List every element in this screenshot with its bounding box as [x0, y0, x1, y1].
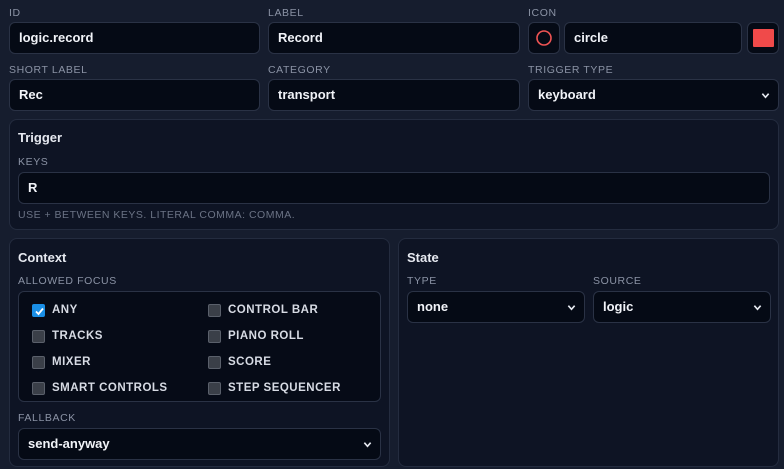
- command-editor: ID logic.record LABEL Record ICON circle…: [0, 0, 784, 469]
- focus-smart-controls-checkbox[interactable]: [32, 382, 45, 395]
- trigger-type-value: keyboard: [538, 87, 596, 102]
- state-source-value: logic: [603, 299, 634, 314]
- focus-step-sequencer-checkbox[interactable]: [208, 382, 221, 395]
- fallback-label: FALLBACK: [18, 412, 76, 424]
- trigger-panel: Trigger KEYS R USE + BETWEEN KEYS. LITER…: [9, 119, 779, 230]
- focus-any-checkbox[interactable]: [32, 304, 45, 317]
- color-swatch: [753, 29, 774, 47]
- focus-tracks-checkbox[interactable]: [32, 330, 45, 343]
- context-title: Context: [18, 250, 67, 265]
- focus-any-label: ANY: [52, 304, 78, 316]
- focus-score-checkbox[interactable]: [208, 356, 221, 369]
- circle-icon: [536, 30, 552, 46]
- trigger-type-select[interactable]: keyboard: [528, 79, 779, 111]
- keys-input[interactable]: R: [18, 172, 770, 204]
- state-title: State: [407, 250, 439, 265]
- state-source-label: SOURCE: [593, 275, 642, 287]
- category-label: CATEGORY: [268, 64, 331, 76]
- state-type-select[interactable]: none: [407, 291, 585, 323]
- context-panel: Context ALLOWED FOCUS ANY TRACKS MIXER S…: [9, 238, 390, 467]
- icon-name-input[interactable]: circle: [564, 22, 742, 54]
- focus-score-label: SCORE: [228, 356, 272, 368]
- chevron-down-icon: [753, 305, 762, 311]
- id-label: ID: [9, 7, 21, 19]
- keys-label: KEYS: [18, 156, 49, 168]
- state-panel: State TYPE none SOURCE logic: [398, 238, 779, 467]
- state-type-label: TYPE: [407, 275, 437, 287]
- id-input[interactable]: logic.record: [9, 22, 260, 54]
- focus-piano-roll-label: PIANO ROLL: [228, 330, 304, 342]
- chevron-down-icon: [761, 93, 770, 99]
- fallback-value: send-anyway: [28, 436, 110, 451]
- chevron-down-icon: [363, 442, 372, 448]
- trigger-type-label: TRIGGER TYPE: [528, 64, 614, 76]
- label-input[interactable]: Record: [268, 22, 520, 54]
- allowed-focus-list: ANY TRACKS MIXER SMART CONTROLS CONTROL …: [18, 291, 381, 402]
- state-type-value: none: [417, 299, 449, 314]
- focus-smart-controls-label: SMART CONTROLS: [52, 382, 168, 394]
- allowed-focus-label: ALLOWED FOCUS: [18, 275, 117, 287]
- focus-tracks-label: TRACKS: [52, 330, 103, 342]
- icon-label: ICON: [528, 7, 557, 19]
- focus-mixer-label: MIXER: [52, 356, 91, 368]
- fallback-select[interactable]: send-anyway: [18, 428, 381, 460]
- focus-step-sequencer-label: STEP SEQUENCER: [228, 382, 341, 394]
- short-label-label: SHORT LABEL: [9, 64, 88, 76]
- category-input[interactable]: transport: [268, 79, 520, 111]
- trigger-title: Trigger: [18, 130, 63, 145]
- check-icon: [35, 307, 44, 316]
- focus-piano-roll-checkbox[interactable]: [208, 330, 221, 343]
- label-label: LABEL: [268, 7, 304, 19]
- focus-control-bar-label: CONTROL BAR: [228, 304, 319, 316]
- keys-hint: USE + BETWEEN KEYS. LITERAL COMMA: COMMA…: [18, 209, 296, 221]
- chevron-down-icon: [567, 305, 576, 311]
- short-label-input[interactable]: Rec: [9, 79, 260, 111]
- focus-mixer-checkbox[interactable]: [32, 356, 45, 369]
- state-source-select[interactable]: logic: [593, 291, 771, 323]
- icon-preview-button[interactable]: [528, 22, 560, 54]
- icon-color-picker[interactable]: [747, 22, 779, 54]
- focus-control-bar-checkbox[interactable]: [208, 304, 221, 317]
